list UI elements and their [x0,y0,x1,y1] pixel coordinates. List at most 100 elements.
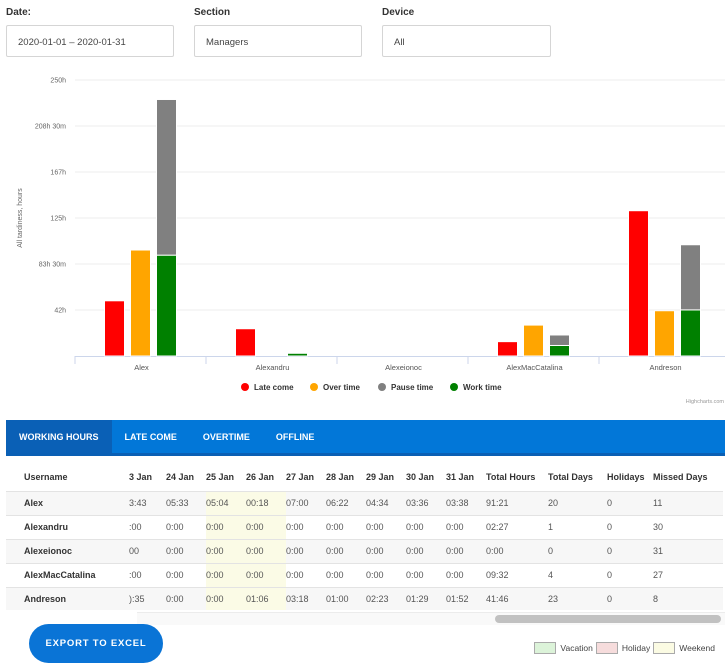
table-cell: 0:00 [166,586,206,610]
bar-work-time [156,254,177,357]
bar-over-time [654,310,675,357]
table-cell: 0:00 [326,538,366,563]
table-cell: 0:00 [246,562,286,587]
table-cell: 0:00 [366,562,406,587]
table-cell: 03:36 [406,490,446,515]
column-header: 3 Jan [129,472,153,483]
section-select[interactable]: Managers [194,25,362,57]
legend-item-pause-time[interactable]: Pause time [391,383,434,392]
working-hours-table-container: Username 3 Jan 24 Jan 25 Jan 26 Jan 27 Jan 28 … [6,464,725,610]
device-select[interactable]: All [382,25,551,57]
device-label: Device [382,7,415,18]
table-cell: 01:52 [446,586,486,610]
date-range-input[interactable]: 2020-01-01 – 2020-01-31 [6,25,174,57]
table-cell: 0:00 [286,538,326,563]
column-header: Holidays [607,472,645,483]
legend-weekend: Weekend [653,642,715,654]
x-category-label: Alex [134,363,149,372]
table-cell: 0 [548,538,607,563]
table-cell: 0:00 [486,538,548,563]
username-cell: Alexandru [6,514,133,539]
table-cell: 0:00 [366,514,406,539]
table-cell: 07:00 [286,490,326,515]
table-cell: 0:00 [326,514,366,539]
column-header-username: Username [24,472,68,483]
column-header: 30 Jan [406,472,435,483]
table-cell: 03:18 [286,586,326,610]
weekend-label: Weekend [679,643,715,653]
x-category-label: AlexMacCatalina [506,363,563,372]
working-hours-table: Username 3 Jan 24 Jan 25 Jan 26 Jan 27 Jan 28 … [6,464,723,610]
table-cell: 30 [653,514,723,539]
vacation-label: Vacation [560,643,593,653]
bar-work-time [549,344,570,357]
bar-over-time [523,324,544,357]
y-tick-label: 125h [50,216,66,223]
table-cell: 0:00 [206,538,246,563]
table-cell: 0:00 [166,514,206,539]
tardiness-chart: 42h 83h 30m 125h 167h 208h 30m 250h All tardin… [0,70,725,410]
column-header: 27 Jan [286,472,315,483]
table-row: AlexMacCatalina:00 0:00 0:00 0:00 0:00 0:00 0:… [6,562,723,587]
export-to-excel-button[interactable]: EXPORT TO EXCEL [29,624,163,663]
bar-pause-time [680,244,701,311]
legend-holiday: Holiday [595,642,650,654]
table-cell: 0 [607,562,653,587]
table-cell: 4 [548,562,607,587]
horizontal-scrollbar[interactable] [137,612,725,625]
legend-marker-work-time [450,383,458,391]
table-row: Andreson):35 0:00 0:00 01:06 03:18 01:00 02:23… [6,586,723,610]
table-row: Alex 3:43 05:33 05:04 00:18 07:00 06:22 04:34 03… [6,490,723,515]
table-cell: 02:27 [486,514,548,539]
table-cell: 00:18 [246,490,286,515]
legend-marker-late-come [241,383,249,391]
y-tick-label: 250h [50,78,66,85]
table-cell: 0:00 [166,562,206,587]
table-cell: 05:33 [166,490,206,515]
column-header: 28 Jan [326,472,355,483]
table-cell: 20 [548,490,607,515]
holiday-swatch [595,642,618,654]
tab-working-hours[interactable]: WORKING HOURS [6,420,112,453]
chart-svg: 42h 83h 30m 125h 167h 208h 30m 250h All tardin… [17,78,725,405]
table-cell: 91:21 [486,490,548,515]
table-cell: 0:00 [326,562,366,587]
legend-item-late-come[interactable]: Late come [254,383,294,392]
column-header: 29 Jan [366,472,395,483]
table-cell: 0:00 [206,586,246,610]
bar-pause-time [549,334,570,346]
legend-marker-pause-time [378,383,386,391]
table-cell: 0 [607,538,653,563]
x-category-label: Alexandru [256,363,290,372]
table-cell: 0:00 [406,562,446,587]
bar-late-come [628,210,649,357]
column-header: 24 Jan [166,472,195,483]
day-type-legend: Vacation Holiday Weekend [531,642,715,654]
bar-late-come [497,341,518,357]
table-cell: 0:00 [206,514,246,539]
highcharts-credits: Highcharts.com [686,399,725,405]
bar-over-time [130,249,151,357]
tab-late-come[interactable]: LATE COME [112,420,190,453]
table-cell: 31 [653,538,723,563]
table-cell: 3:43 [129,490,166,515]
bar-late-come [235,328,256,357]
table-cell: 05:04 [206,490,246,515]
bar-late-come [104,300,125,357]
column-header: 25 Jan [206,472,235,483]
table-cell: 0:00 [446,538,486,563]
table-cell: 0:00 [406,514,446,539]
table-cell: 01:06 [246,586,286,610]
column-header: Missed Days [653,472,708,483]
tab-offline[interactable]: OFFLINE [263,420,328,453]
table-cell: 0:00 [246,514,286,539]
legend-item-over-time[interactable]: Over time [323,383,360,392]
username-cell: Andreson [6,586,133,610]
table-cell: 23 [548,586,607,610]
legend-item-work-time[interactable]: Work time [463,383,502,392]
table-cell: 0:00 [446,562,486,587]
tab-overtime[interactable]: OVERTIME [190,420,263,453]
column-header: 26 Jan [246,472,275,483]
scrollbar-thumb[interactable] [495,615,721,623]
table-cell: 27 [653,562,723,587]
